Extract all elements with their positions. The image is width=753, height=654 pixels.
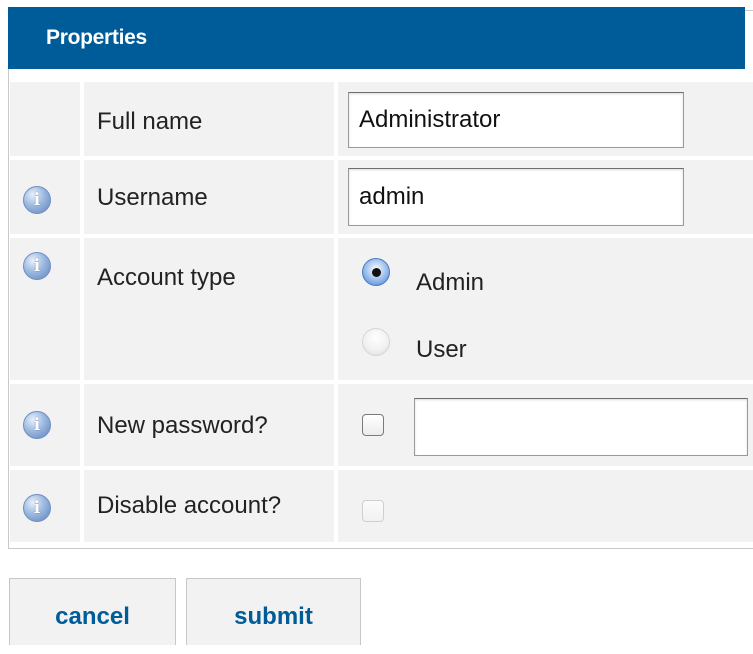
icon-cell-new-password: i xyxy=(10,384,80,466)
username-input[interactable] xyxy=(348,168,684,226)
full-name-label: Full name xyxy=(97,108,203,135)
icon-cell-username: i xyxy=(10,160,80,234)
info-icon[interactable]: i xyxy=(23,494,51,522)
label-cell-username: Username xyxy=(84,160,334,234)
radio-user-label[interactable]: User xyxy=(416,336,467,364)
panel-header: Properties xyxy=(8,7,745,69)
icon-cell-full-name xyxy=(10,82,80,156)
info-icon[interactable]: i xyxy=(23,252,51,280)
label-cell-account-type: Account type xyxy=(84,238,334,380)
disable-account-checkbox[interactable] xyxy=(362,500,384,522)
icon-cell-account-type: i xyxy=(10,238,80,380)
info-icon[interactable]: i xyxy=(23,411,51,439)
radio-admin[interactable] xyxy=(362,258,390,286)
radio-user[interactable] xyxy=(362,328,390,356)
info-icon[interactable]: i xyxy=(23,186,51,214)
new-password-label: New password? xyxy=(97,412,268,439)
label-cell-disable-account: Disable account? xyxy=(84,470,334,542)
account-type-label: Account type xyxy=(97,264,236,291)
full-name-input[interactable] xyxy=(348,92,684,148)
panel-title: Properties xyxy=(46,26,147,49)
submit-button[interactable]: submit xyxy=(186,578,361,645)
label-cell-new-password: New password? xyxy=(84,384,334,466)
new-password-checkbox[interactable] xyxy=(362,414,384,436)
icon-cell-disable-account: i xyxy=(10,470,80,542)
label-cell-full-name: Full name xyxy=(84,82,334,156)
new-password-input[interactable] xyxy=(414,398,748,456)
username-label: Username xyxy=(97,184,208,211)
value-cell-disable-account xyxy=(338,470,753,542)
cancel-button[interactable]: cancel xyxy=(9,578,176,645)
radio-admin-label[interactable]: Admin xyxy=(416,269,484,297)
disable-account-label: Disable account? xyxy=(97,492,282,519)
value-cell-account-type: Admin User xyxy=(338,238,753,380)
